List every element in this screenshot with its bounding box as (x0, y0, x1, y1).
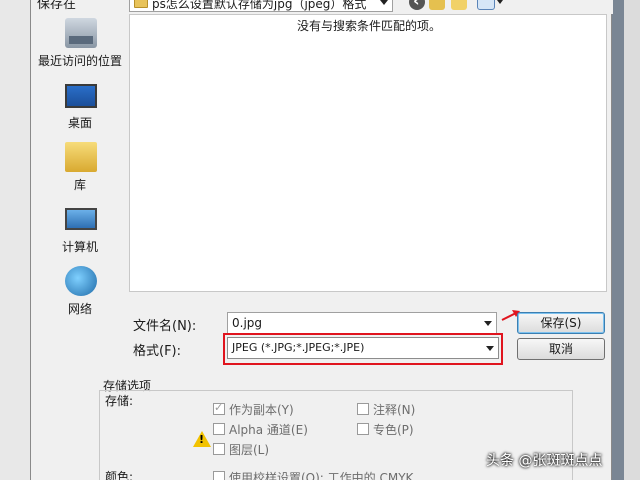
warning-exclamation-icon: ! (199, 433, 205, 446)
place-recent[interactable]: 最近访问的位置 (31, 18, 129, 78)
proof-setup-checkbox[interactable] (213, 471, 225, 480)
format-chevron-down-icon[interactable] (486, 346, 494, 351)
watermark: 头条 @张斑斑点点 (486, 453, 603, 469)
spot-color-label: 专色(P) (373, 423, 414, 437)
empty-message: 没有与搜索条件匹配的项。 (296, 19, 441, 33)
place-label: 库 (73, 178, 86, 192)
filename-chevron-down-icon[interactable] (484, 321, 492, 326)
view-chevron-down-icon[interactable] (497, 0, 503, 4)
format-label: 格式(F): (133, 344, 182, 359)
library-icon (65, 142, 97, 172)
save-in-dropdown[interactable]: ps怎么设置默认存储为jpg（jpeg）格式 (129, 0, 393, 12)
save-in-label: 保存在 (37, 0, 77, 12)
save-as-dialog: 保存在 ps怎么设置默认存储为jpg（jpeg）格式 最近访问的位置 桌面 库 … (30, 0, 613, 480)
format-select[interactable]: JPEG (*.JPG;*.JPEG;*.JPE) (227, 337, 499, 359)
cancel-button[interactable]: 取消 (517, 338, 605, 360)
recent-places-icon (65, 18, 97, 48)
proof-setup-label: 使用校样设置(O): 工作中的 CMYK (229, 471, 414, 480)
place-network[interactable]: 网络 (31, 266, 129, 326)
place-library[interactable]: 库 (31, 142, 129, 202)
computer-icon (65, 208, 97, 230)
place-computer[interactable]: 计算机 (31, 204, 129, 264)
desktop-icon (65, 84, 97, 108)
place-desktop[interactable]: 桌面 (31, 80, 129, 140)
place-label: 桌面 (67, 116, 92, 130)
filename-label: 文件名(N): (133, 319, 197, 334)
layers-label: 图层(L) (229, 443, 270, 457)
new-folder-icon[interactable] (451, 0, 467, 10)
places-bar: 最近访问的位置 桌面 库 计算机 网络 (31, 14, 129, 316)
as-copy-checkbox[interactable] (213, 401, 225, 415)
layers-checkbox[interactable] (213, 443, 225, 455)
folder-icon (134, 0, 148, 8)
place-label: 最近访问的位置 (37, 54, 122, 68)
current-folder-name: ps怎么设置默认存储为jpg（jpeg）格式 (152, 0, 367, 11)
notes-checkbox[interactable] (357, 403, 369, 415)
spot-color-checkbox[interactable] (357, 423, 369, 435)
alpha-channel-label: Alpha 通道(E) (229, 423, 308, 437)
color-label: 颜色: (105, 470, 134, 480)
notes-label: 注释(N) (373, 403, 416, 417)
place-label: 计算机 (61, 240, 98, 254)
filename-input[interactable]: 0.jpg (227, 312, 497, 334)
up-folder-icon[interactable] (429, 0, 445, 10)
view-menu-icon[interactable] (477, 0, 495, 10)
file-list[interactable]: 没有与搜索条件匹配的项。 (129, 14, 607, 292)
background-page-left (0, 0, 30, 480)
chevron-down-icon (380, 0, 388, 5)
as-copy-label: 作为副本(Y) (229, 403, 294, 417)
place-label: 网络 (67, 302, 92, 316)
storage-label: 存储: (105, 394, 134, 408)
alpha-channel-checkbox[interactable] (213, 423, 225, 435)
background-strip (612, 0, 624, 480)
location-toolbar: 保存在 ps怎么设置默认存储为jpg（jpeg）格式 (31, 0, 613, 14)
back-icon[interactable] (409, 0, 425, 10)
save-button[interactable]: 保存(S) (517, 312, 605, 334)
network-icon (65, 266, 97, 296)
